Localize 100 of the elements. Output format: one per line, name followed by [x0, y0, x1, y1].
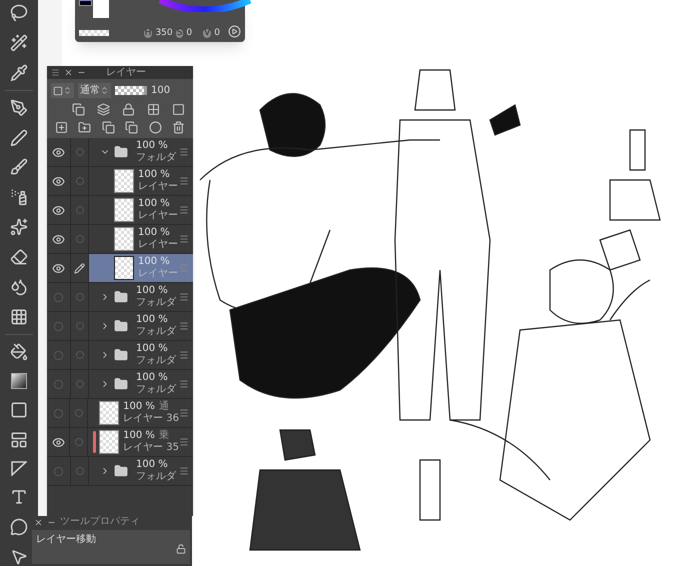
- edit-toggle[interactable]: [76, 177, 84, 185]
- layer-name: レイヤー 35: [123, 442, 179, 454]
- visibility-eye-icon[interactable]: [52, 146, 65, 158]
- text-tool-icon[interactable]: [10, 488, 28, 506]
- layer-opacity: 100 %: [138, 198, 170, 210]
- pen-nib-icon[interactable]: [10, 98, 28, 117]
- pointer-icon[interactable]: [10, 548, 28, 566]
- visibility-toggle[interactable]: [54, 466, 63, 476]
- visibility-toggle[interactable]: [54, 408, 63, 418]
- new-folder-icon[interactable]: [78, 121, 92, 134]
- main-color-swatch[interactable]: [79, 0, 92, 6]
- saturation-label: S: [176, 29, 184, 38]
- layer-thumbnail: [114, 169, 134, 193]
- layer-opacity: 100 %: [123, 401, 155, 413]
- layer-row[interactable]: 100 % フォルダ: [89, 138, 193, 166]
- value-value: 0: [214, 29, 220, 38]
- visibility-eye-icon[interactable]: [52, 232, 65, 246]
- edit-toggle[interactable]: [76, 293, 84, 301]
- drag-handle-icon[interactable]: [179, 408, 189, 418]
- drag-handle-icon[interactable]: [179, 263, 189, 273]
- visibility-eye-icon[interactable]: [52, 262, 65, 274]
- mask-icon[interactable]: [172, 103, 185, 116]
- visibility-toggle[interactable]: [54, 322, 63, 330]
- layer-name: フォルダ: [136, 326, 176, 338]
- layer-row[interactable]: 100 % フォルダ: [89, 370, 193, 398]
- lasso-icon[interactable]: [10, 4, 28, 22]
- visibility-toggle[interactable]: [54, 292, 63, 302]
- edit-toggle[interactable]: [76, 206, 84, 214]
- layer-row[interactable]: 100 % レイヤー: [89, 167, 193, 195]
- sub-color-swatch[interactable]: [93, 0, 109, 18]
- sparkle-icon[interactable]: [10, 218, 28, 236]
- droplets-icon[interactable]: [10, 278, 28, 296]
- visibility-toggle[interactable]: [54, 350, 63, 360]
- layer-row[interactable]: 100 % フォルダ: [89, 312, 193, 340]
- transfer-icon[interactable]: [102, 121, 115, 134]
- unlock-icon[interactable]: [176, 544, 186, 554]
- edit-toggle[interactable]: [76, 351, 84, 359]
- gradient-icon[interactable]: [11, 372, 27, 389]
- drag-handle-icon[interactable]: [179, 234, 189, 244]
- edit-toggle[interactable]: [76, 235, 84, 243]
- edit-toggle[interactable]: [76, 322, 84, 330]
- magic-wand-icon[interactable]: [10, 34, 28, 52]
- pencil-icon[interactable]: [10, 128, 28, 146]
- layer-name: レイヤー: [138, 239, 178, 251]
- eyedropper-icon[interactable]: [10, 64, 28, 82]
- drag-handle-icon[interactable]: [179, 466, 189, 476]
- opacity-value[interactable]: 100: [151, 83, 170, 98]
- close-icon[interactable]: [34, 518, 43, 526]
- drag-handle-icon[interactable]: [179, 321, 189, 331]
- layer-row[interactable]: 100 % フォルダ: [89, 457, 193, 485]
- drag-handle-icon[interactable]: [179, 176, 189, 186]
- edit-toggle[interactable]: [74, 438, 83, 446]
- edit-toggle[interactable]: [74, 409, 83, 417]
- layer-name: フォルダ: [136, 471, 176, 483]
- clip-icon[interactable]: [72, 103, 85, 116]
- visibility-toggle[interactable]: [54, 380, 63, 388]
- close-icon[interactable]: [64, 68, 73, 77]
- layer-row[interactable]: 100 % 乗 レイヤー 35: [88, 428, 193, 456]
- grid-icon[interactable]: [10, 308, 28, 326]
- balloon-icon[interactable]: [10, 518, 28, 536]
- layer-row[interactable]: 100 % 通 レイヤー 36: [88, 399, 193, 427]
- reference-icon[interactable]: [97, 103, 110, 116]
- drag-handle-icon[interactable]: [179, 205, 189, 215]
- layer-row[interactable]: 100 % フォルダ: [89, 283, 193, 311]
- layer-mask-icon[interactable]: [148, 121, 162, 134]
- square-icon[interactable]: [10, 400, 28, 418]
- edit-toggle[interactable]: [76, 380, 84, 388]
- ruler-triangle-icon[interactable]: [11, 460, 27, 476]
- brush-icon[interactable]: [10, 158, 28, 176]
- layer-opacity: 100 %: [136, 343, 168, 355]
- layer-row[interactable]: 100 % レイヤー: [89, 225, 193, 253]
- play-circle-icon[interactable]: [228, 25, 241, 38]
- drag-handle-icon[interactable]: [179, 292, 189, 302]
- transparent-swatch[interactable]: [79, 30, 109, 36]
- visibility-eye-icon[interactable]: [52, 204, 65, 216]
- drag-handle-icon[interactable]: [179, 350, 189, 360]
- folder-icon: [114, 464, 128, 478]
- layer-row[interactable]: 100 % フォルダ: [89, 341, 193, 369]
- up-down-arrows-icon: [63, 86, 72, 95]
- edit-toggle[interactable]: [76, 148, 84, 156]
- lock-transparency-icon[interactable]: [147, 103, 160, 116]
- expression-color-select[interactable]: [51, 83, 74, 98]
- blend-mode-select[interactable]: 通常: [78, 83, 111, 98]
- drag-handle-icon[interactable]: [179, 379, 189, 389]
- edit-toggle[interactable]: [76, 467, 84, 475]
- menu-icon[interactable]: [51, 68, 60, 77]
- spray-icon[interactable]: [10, 188, 28, 206]
- visibility-eye-icon[interactable]: [52, 436, 65, 448]
- panel-layout-icon[interactable]: [10, 430, 28, 448]
- drag-handle-icon[interactable]: [179, 437, 189, 447]
- new-layer-icon[interactable]: [55, 121, 68, 134]
- merge-icon[interactable]: [125, 121, 138, 134]
- eraser-icon[interactable]: [10, 248, 28, 266]
- lock-icon[interactable]: [122, 103, 135, 116]
- layer-row[interactable]: 100 % レイヤー: [89, 196, 193, 224]
- paint-bucket-icon[interactable]: [10, 342, 28, 361]
- drag-handle-icon[interactable]: [179, 147, 189, 157]
- visibility-eye-icon[interactable]: [52, 174, 65, 188]
- trash-icon[interactable]: [172, 121, 185, 134]
- tool-name: レイヤー移動: [36, 533, 96, 547]
